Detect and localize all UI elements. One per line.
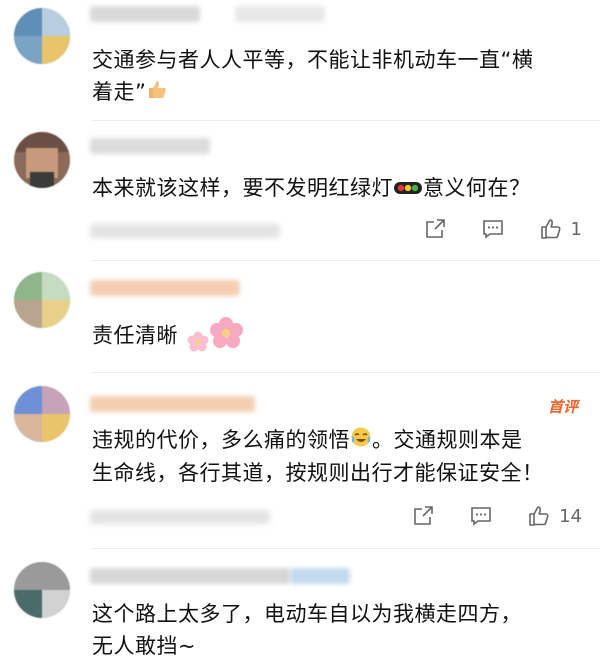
first-comment-badge: 首评: [547, 398, 578, 416]
comment-actions: 14: [377, 502, 582, 530]
comment-button[interactable]: [469, 504, 493, 528]
like-icon: [540, 219, 561, 239]
divider: [92, 260, 600, 261]
crying-laugh-icon: [350, 425, 372, 457]
like-count: 1: [570, 218, 582, 240]
comment-text: 违规的代价，多么痛的领悟 。交通规则本是 生命线，各行其道，按规则出行才能保证安…: [92, 424, 582, 489]
like-icon: [529, 506, 549, 526]
username[interactable]: [90, 6, 200, 22]
avatar[interactable]: [14, 562, 70, 618]
comment-meta: [90, 224, 280, 238]
share-button[interactable]: [423, 217, 447, 241]
divider: [92, 548, 600, 549]
share-icon: [425, 219, 445, 238]
thumbs-up-icon: [146, 77, 168, 109]
comment-actions: 1: [389, 215, 582, 243]
username-suffix: [235, 6, 325, 22]
username-suffix: [290, 568, 350, 584]
share-button[interactable]: [411, 504, 435, 528]
avatar[interactable]: [14, 132, 70, 188]
comment-text: 本来就该这样，要不发明红绿灯 意义何在？: [92, 172, 582, 205]
like-button[interactable]: 1: [539, 217, 582, 241]
username[interactable]: [90, 138, 210, 154]
avatar[interactable]: [14, 272, 70, 328]
share-icon: [414, 506, 433, 525]
like-count: 14: [559, 505, 582, 527]
traffic-light-icon: [393, 173, 423, 205]
comment-icon: [471, 507, 491, 526]
flowers-icon: [186, 312, 246, 361]
comment-text: 这个路上太多了，电动车自以为我横走四方， 无人敢挡~: [92, 602, 522, 658]
comment-icon: [482, 220, 503, 239]
username[interactable]: [90, 280, 240, 296]
comment-text: 责任清晰: [92, 312, 582, 361]
comment-meta: [90, 510, 270, 524]
username[interactable]: [90, 568, 290, 584]
avatar[interactable]: [14, 386, 70, 442]
divider: [92, 372, 600, 373]
avatar[interactable]: [14, 8, 70, 64]
comment-text: 交通参与者人人平等，不能让非机动车一直“横 着走”: [92, 44, 582, 109]
username[interactable]: [90, 396, 255, 412]
divider: [92, 120, 600, 121]
like-button[interactable]: 14: [527, 504, 582, 528]
comment-button[interactable]: [481, 217, 505, 241]
